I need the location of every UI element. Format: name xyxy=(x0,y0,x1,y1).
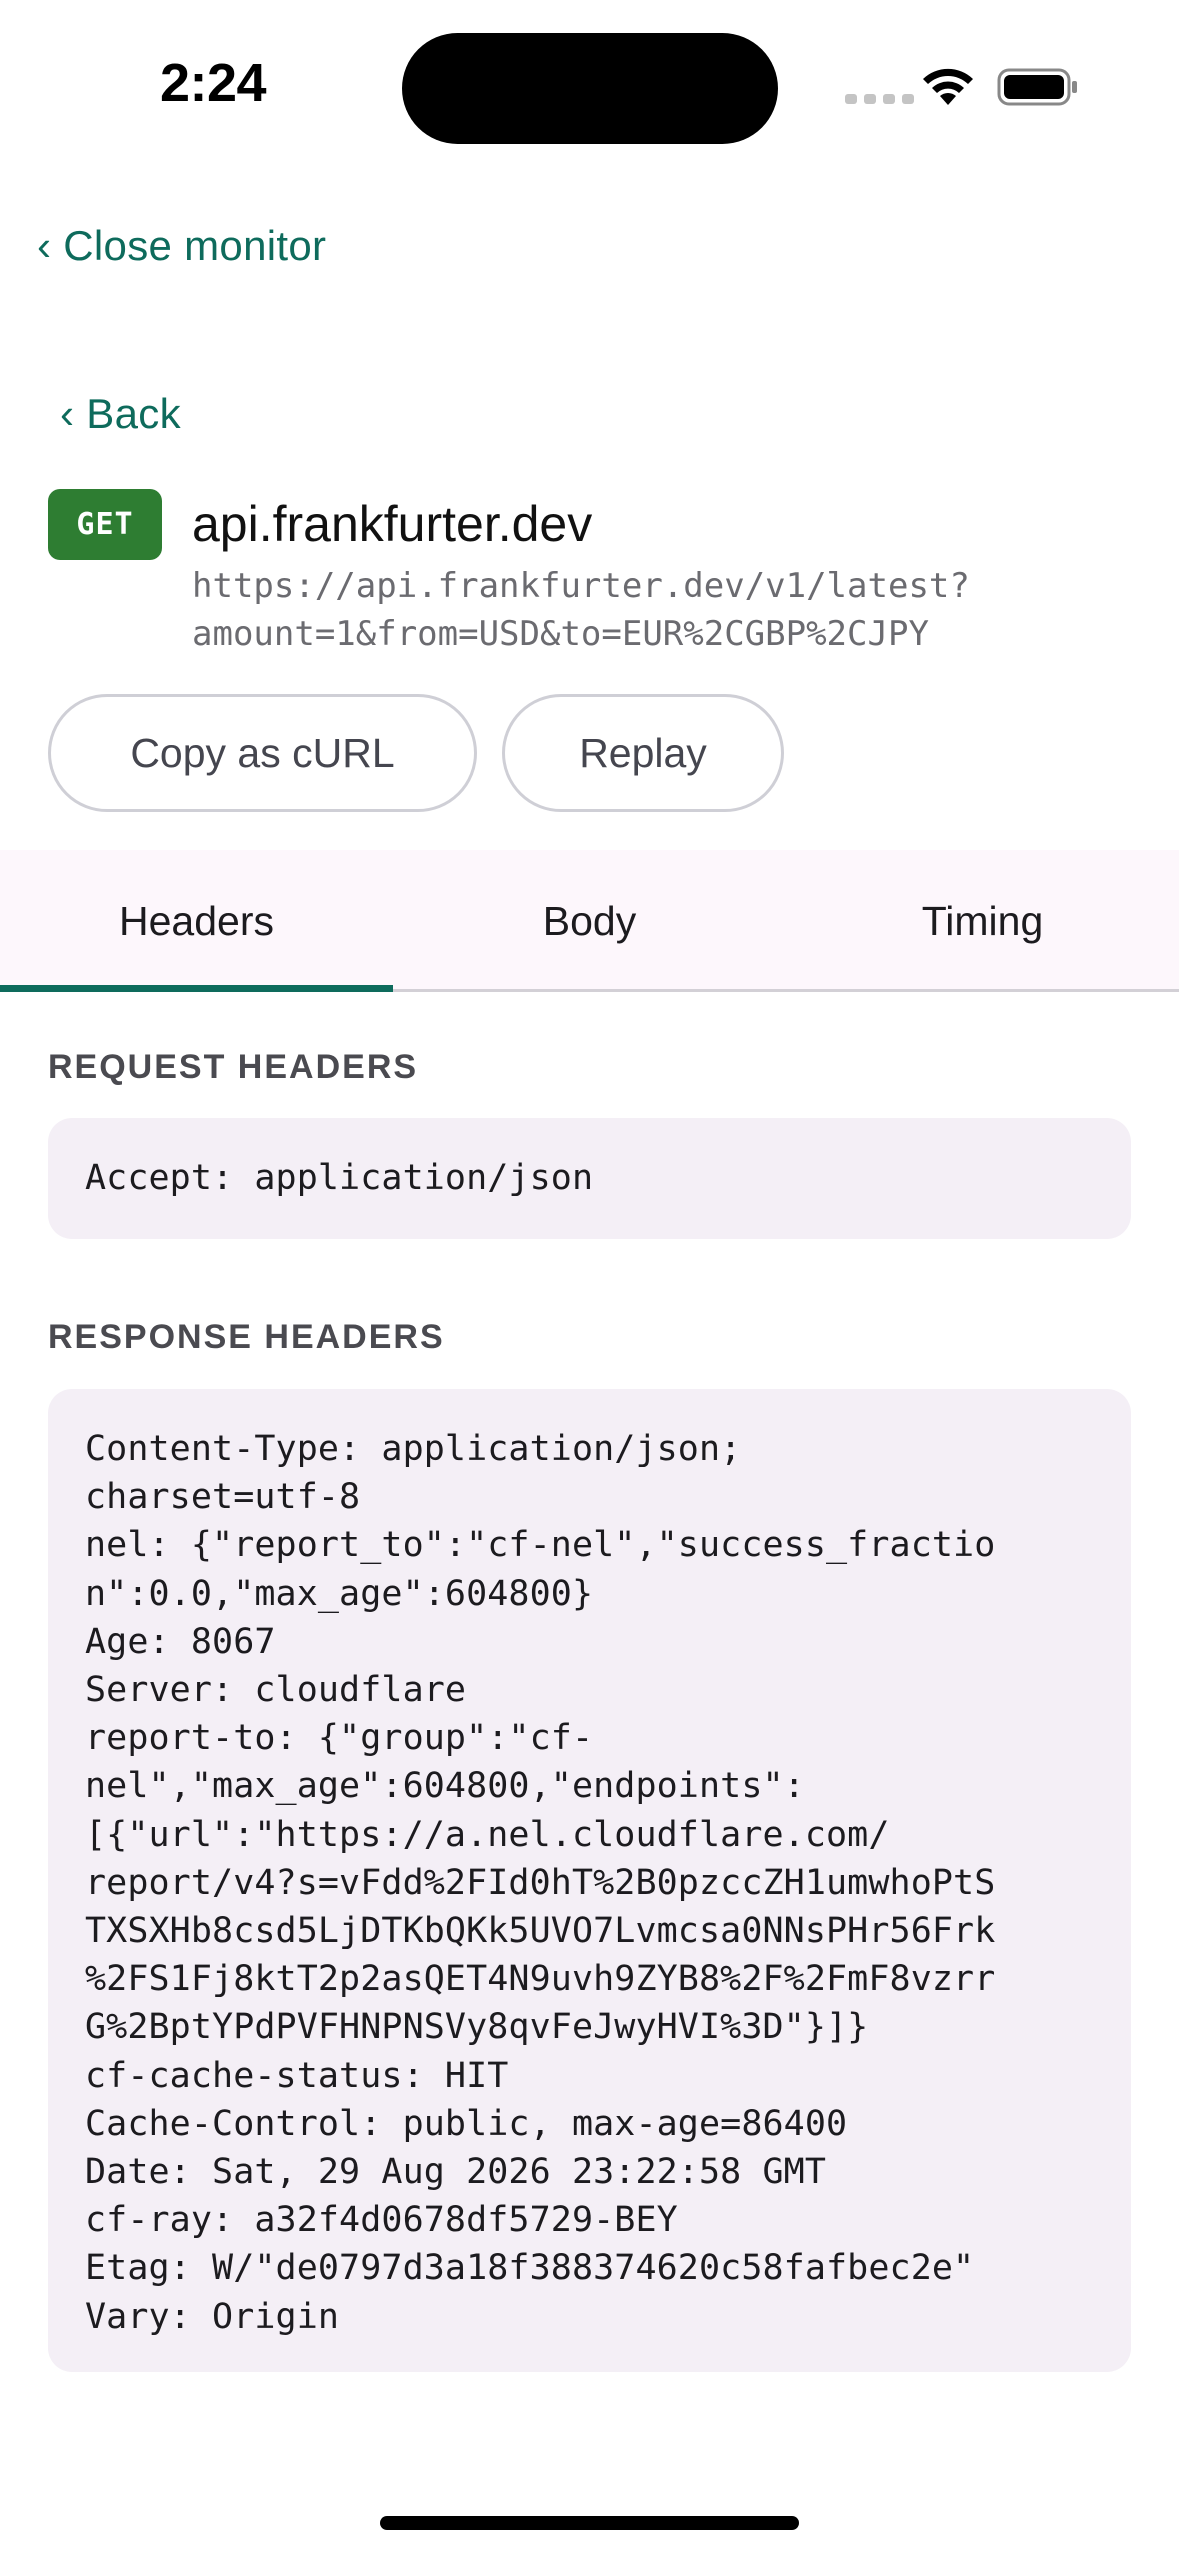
response-header-line: Content-Type: application/json; xyxy=(85,1429,742,1469)
response-header-line: charset=utf-8 xyxy=(85,1477,361,1518)
tab-timing[interactable]: Timing xyxy=(786,850,1179,992)
response-headers-block: Content-Type: application/json; charset=… xyxy=(48,1389,1131,2372)
tab-timing-label: Timing xyxy=(921,897,1044,944)
replay-button[interactable]: Replay xyxy=(502,694,784,812)
request-url: https://api.frankfurter.dev/v1/latest? a… xyxy=(192,562,1122,658)
tab-body[interactable]: Body xyxy=(393,850,786,992)
method-badge: GET xyxy=(48,489,162,560)
tab-bar: Headers Body Timing xyxy=(0,850,1179,992)
response-header-line: [{"url":"https://a.nel.cloudflare.com/ xyxy=(85,1814,890,1855)
request-url-line: amount=1&from=USD&to=EUR%2CGBP%2CJPY xyxy=(192,614,929,654)
response-header-line: report-to: {"group":"cf- xyxy=(85,1718,594,1759)
response-header-line: cf-cache-status: HIT xyxy=(85,2055,509,2096)
response-header-line: Etag: W/"de0797d3a18f388374620c58fafbec2… xyxy=(85,2248,975,2289)
tab-headers-label: Headers xyxy=(119,897,274,944)
response-header-line: Server: cloudflare xyxy=(85,1670,467,1711)
response-header-line: n":0.0,"max_age":604800} xyxy=(85,1573,594,1614)
tab-body-label: Body xyxy=(542,897,637,944)
close-monitor-link[interactable]: ‹ Close monitor xyxy=(37,222,326,270)
back-link[interactable]: ‹ Back xyxy=(60,390,181,438)
screen: 2:24 ‹ Close monitor ‹ Back GET api.frankf… xyxy=(0,0,1179,2556)
chevron-left-icon: ‹ xyxy=(37,222,52,269)
response-header-line: G%2BptYPdPVFHNPNSVy8qvFeJwyHVI%3D"}]} xyxy=(85,2007,869,2048)
copy-as-curl-button[interactable]: Copy as cURL xyxy=(48,694,477,812)
response-header-line: TXSXHb8csd5LjDTKbQKk5UVO7Lvmcsa0NNsPHr56… xyxy=(85,1911,996,1952)
close-monitor-label: Close monitor xyxy=(63,222,327,269)
chevron-left-icon: ‹ xyxy=(60,390,75,437)
request-url-line: https://api.frankfurter.dev/v1/latest? xyxy=(192,566,970,606)
home-indicator[interactable] xyxy=(380,2516,799,2530)
request-header-line: Accept: application/json xyxy=(85,1158,594,1198)
request-host: api.frankfurter.dev xyxy=(192,496,593,552)
tab-headers[interactable]: Headers xyxy=(0,850,393,992)
response-header-line: nel: {"report_to":"cf-nel","success_frac… xyxy=(85,1525,996,1566)
back-label: Back xyxy=(86,390,181,437)
response-header-line: cf-ray: a32f4d0678df5729-BEY xyxy=(85,2200,678,2241)
response-header-line: nel","max_age":604800,"endpoints": xyxy=(85,1766,805,1807)
response-header-line: report/v4?s=vFdd%2FId0hT%2B0pzccZH1umwho… xyxy=(85,1862,996,1903)
request-headers-block: Accept: application/json xyxy=(48,1118,1131,1239)
response-header-line: Age: 8067 xyxy=(85,1621,276,1662)
response-header-line: Date: Sat, 29 Aug 2026 23:22:58 GMT xyxy=(85,2152,827,2193)
cellular-signal-icon xyxy=(845,94,914,104)
request-headers-title: REQUEST HEADERS xyxy=(48,1048,419,1086)
response-header-line: Cache-Control: public, max-age=86400 xyxy=(85,2103,848,2144)
tab-selected-indicator xyxy=(0,985,393,992)
battery-icon xyxy=(997,68,1077,106)
response-header-line: %2FS1Fj8ktT2p2asQET4N9uvh9ZYB8%2F%2FmF8v… xyxy=(85,1959,996,2000)
response-headers-title: RESPONSE HEADERS xyxy=(48,1318,445,1356)
wifi-icon xyxy=(923,68,973,105)
status-time: 2:24 xyxy=(160,53,267,113)
response-header-line: Vary: Origin xyxy=(85,2296,340,2337)
dynamic-island xyxy=(402,33,778,144)
